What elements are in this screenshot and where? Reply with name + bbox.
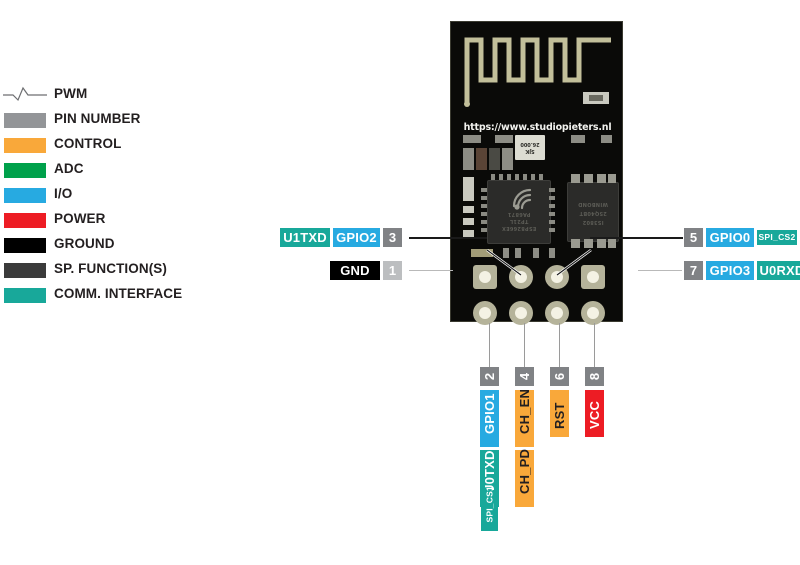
legend-item-power: POWER [0, 209, 230, 234]
legend-label-io: I/O [54, 186, 73, 201]
leader-line-pin-4 [524, 323, 525, 367]
pad-leader-lines [486, 248, 592, 277]
esp01-pinout-diagram: PWM PIN NUMBER CONTROL ADC I/O POWER GRO… [0, 0, 800, 565]
badge-spi-cs1: SPI_CS1 [481, 486, 498, 531]
legend-label-adc: ADC [54, 161, 84, 176]
legend-label-control: CONTROL [54, 136, 122, 151]
leader-line-pin-5 [590, 237, 683, 239]
badge-u1txd: U1TXD [280, 228, 330, 247]
badge-u0rxd: U0RXD [757, 261, 800, 280]
leader-line-pin-7 [638, 270, 682, 271]
leader-line-pin-6 [559, 323, 560, 367]
legend-item-comm-interface: COMM. INTERFACE [0, 284, 230, 309]
legend-item-adc: ADC [0, 159, 230, 184]
badge-ch-pd: CH_PD [515, 449, 534, 507]
leader-line-pin-8 [594, 323, 595, 367]
badge-spi-cs2: SPI_CS2 [757, 230, 797, 245]
pin-number-6: 6 [550, 367, 569, 386]
legend-label-sp-function: SP. FUNCTION(S) [54, 261, 168, 276]
pin-number-4: 4 [515, 367, 534, 386]
swatch-icon [4, 138, 46, 153]
legend-item-pwm: PWM [0, 84, 230, 109]
swatch-icon [4, 288, 46, 303]
swatch-icon [4, 213, 46, 228]
swatch-icon [4, 113, 46, 128]
badge-ch-en: CH_EN [515, 389, 534, 447]
badge-gnd: GND [330, 261, 380, 280]
badge-gpio2: GPIO2 [333, 228, 380, 247]
swatch-icon [4, 188, 46, 203]
pin-number-2: 2 [480, 367, 499, 386]
swatch-icon [4, 163, 46, 178]
legend-item-io: I/O [0, 184, 230, 209]
leader-line-pin-1 [409, 270, 453, 271]
leader-line-pin-3 [409, 237, 487, 239]
legend-label-comm-interface: COMM. INTERFACE [54, 286, 183, 301]
pin-number-7: 7 [684, 261, 703, 280]
legend-label-ground: GROUND [54, 236, 115, 251]
badge-gpio1: GPIO1 [480, 390, 499, 447]
legend: PWM PIN NUMBER CONTROL ADC I/O POWER GRO… [0, 84, 230, 309]
badge-vcc: VCC [585, 390, 604, 437]
legend-item-pin-number: PIN NUMBER [0, 109, 230, 134]
leader-line-pin-2 [489, 323, 490, 367]
badge-rst: RST [550, 390, 569, 437]
pin-number-5: 5 [684, 228, 703, 247]
legend-item-control: CONTROL [0, 134, 230, 159]
swatch-icon [4, 263, 46, 278]
pwm-wave-icon [3, 86, 47, 102]
swatch-icon [4, 238, 46, 253]
legend-item-sp-function: SP. FUNCTION(S) [0, 259, 230, 284]
legend-label-power: POWER [54, 211, 106, 226]
esp01-board-photo: https://www.studiopieters.nl 26.000 SJK [450, 21, 623, 325]
pin-number-8: 8 [585, 367, 604, 386]
badge-gpio0: GPIO0 [706, 228, 754, 247]
pin-number-3: 3 [383, 228, 402, 247]
badge-gpio3: GPIO3 [706, 261, 754, 280]
legend-label-pwm: PWM [54, 86, 88, 101]
legend-label-pin-number: PIN NUMBER [54, 111, 141, 126]
legend-item-ground: GROUND [0, 234, 230, 259]
pin-number-1: 1 [383, 261, 402, 280]
